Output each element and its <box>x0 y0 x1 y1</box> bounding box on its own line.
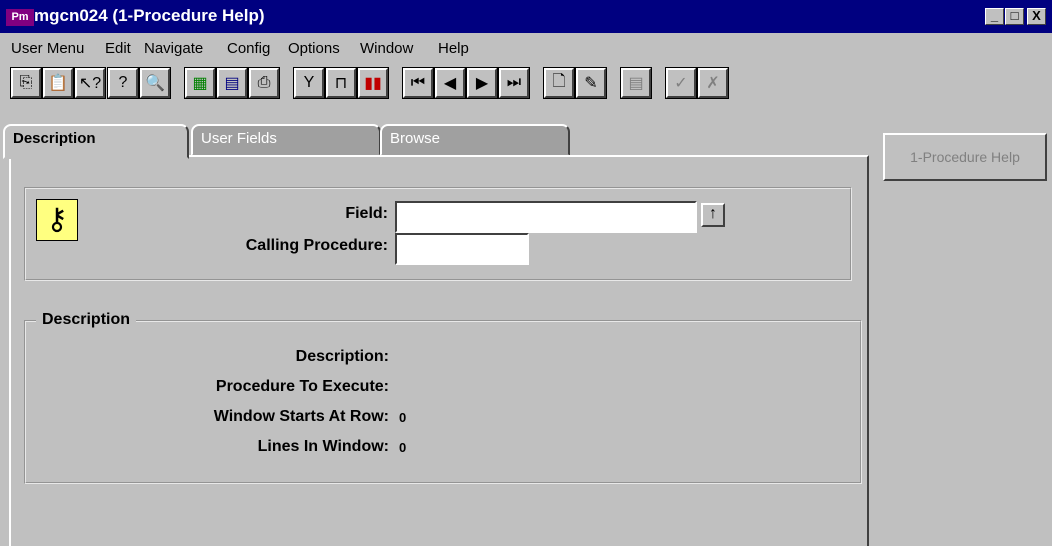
lines-in-window-label: Lines In Window: <box>257 438 389 455</box>
last-record-icon: ⏭ <box>506 74 522 91</box>
accept-button[interactable]: ✓ <box>666 68 696 98</box>
calling-procedure-input[interactable] <box>395 233 529 265</box>
key-section: ⚷ Field: ↑ Calling Procedure: <box>24 187 852 281</box>
calculator-button[interactable]: ▤ <box>217 68 247 98</box>
window-starts-value: 0 <box>399 410 407 425</box>
query-icon: ↖? <box>78 75 102 92</box>
paste-icon: 📋 <box>48 75 68 92</box>
accept-icon: ✓ <box>674 75 688 92</box>
new-record-icon: 🗋 <box>552 72 566 90</box>
filter-button[interactable]: Y <box>294 68 324 98</box>
sort-icon: ⊓ <box>334 75 348 92</box>
field-label: Field: <box>345 205 388 222</box>
print-button[interactable]: ⎙ <box>249 68 279 98</box>
filter-icon: Y <box>303 74 315 91</box>
menu-config[interactable]: Config <box>227 40 270 57</box>
spreadsheet-button[interactable]: ▦ <box>185 68 215 98</box>
first-record-button[interactable]: ⏮ <box>403 68 433 98</box>
sort-button[interactable]: ⊓ <box>326 68 356 98</box>
copy-button[interactable]: ⎘ <box>11 68 41 98</box>
calling-procedure-label: Calling Procedure: <box>245 237 388 254</box>
next-record-button[interactable]: ▶ <box>467 68 497 98</box>
lookup-button[interactable]: ↑ <box>701 203 725 227</box>
spellcheck-icon: 🔍 <box>145 75 165 92</box>
tab-description[interactable]: Description <box>3 124 189 159</box>
paste-button[interactable]: 📋 <box>43 68 73 98</box>
calculator-icon: ▤ <box>224 75 240 92</box>
last-record-button[interactable]: ⏭ <box>499 68 529 98</box>
menu-user-menu[interactable]: User Menu <box>11 40 84 57</box>
chart-button[interactable]: ▮▮ <box>358 68 388 98</box>
maximize-button[interactable]: □ <box>1005 8 1024 25</box>
description-label: Description: <box>295 348 389 365</box>
app-icon[interactable]: Pm <box>6 9 34 26</box>
window-starts-label: Window Starts At Row: <box>213 408 389 425</box>
tab-browse[interactable]: Browse <box>380 124 570 156</box>
toolbar: ⎘ 📋 ↖? ? 🔍 ▦ ▤ ⎙ Y ⊓ ▮▮ ⏮ ◀ ▶ ⏭ 🗋 ✎ ▤ ✓ … <box>0 63 1052 127</box>
spreadsheet-icon: ▦ <box>192 75 208 92</box>
insert-row-icon: ▤ <box>628 75 644 92</box>
edit-record-icon: ✎ <box>584 75 598 92</box>
description-section-title: Description <box>36 311 137 329</box>
first-record-icon: ⏮ <box>410 74 426 91</box>
window-title: mgcn024 (1-Procedure Help) <box>34 6 265 25</box>
print-icon: ⎙ <box>257 74 271 91</box>
next-record-icon: ▶ <box>475 75 489 92</box>
title-bar: Pm mgcn024 (1-Procedure Help) _ □ X <box>0 0 1052 33</box>
minimize-button[interactable]: _ <box>985 8 1004 25</box>
cancel-icon: ✗ <box>706 75 720 92</box>
close-button[interactable]: X <box>1027 8 1046 25</box>
lines-in-window-value: 0 <box>399 440 407 455</box>
procedure-label: Procedure To Execute: <box>215 378 389 395</box>
copy-icon: ⎘ <box>19 74 33 91</box>
previous-record-button[interactable]: ◀ <box>435 68 465 98</box>
up-arrow-icon: ↑ <box>709 205 717 222</box>
menu-help[interactable]: Help <box>438 40 469 57</box>
field-input[interactable] <box>395 201 697 233</box>
description-panel: ⚷ Field: ↑ Calling Procedure: Descriptio… <box>9 155 869 546</box>
menu-edit[interactable]: Edit <box>105 40 131 57</box>
previous-record-icon: ◀ <box>443 75 457 92</box>
cancel-button[interactable]: ✗ <box>698 68 728 98</box>
procedure-help-button[interactable]: 1-Procedure Help <box>883 133 1047 181</box>
chart-icon: ▮▮ <box>364 75 382 92</box>
key-icon: ⚷ <box>36 199 78 241</box>
menu-bar: User Menu Edit Navigate Config Options W… <box>0 33 1052 63</box>
tab-user-fields[interactable]: User Fields <box>191 124 381 156</box>
menu-window[interactable]: Window <box>360 40 413 57</box>
new-record-button[interactable]: 🗋 <box>544 68 574 98</box>
help-button[interactable]: ? <box>108 68 138 98</box>
insert-row-button[interactable]: ▤ <box>621 68 651 98</box>
description-section: Description Description: Procedure To Ex… <box>24 311 862 484</box>
spellcheck-button[interactable]: 🔍 <box>140 68 170 98</box>
menu-navigate[interactable]: Navigate <box>144 40 203 57</box>
menu-options[interactable]: Options <box>288 40 340 57</box>
edit-record-button[interactable]: ✎ <box>576 68 606 98</box>
help-icon: ? <box>118 74 128 91</box>
query-button[interactable]: ↖? <box>75 68 105 98</box>
